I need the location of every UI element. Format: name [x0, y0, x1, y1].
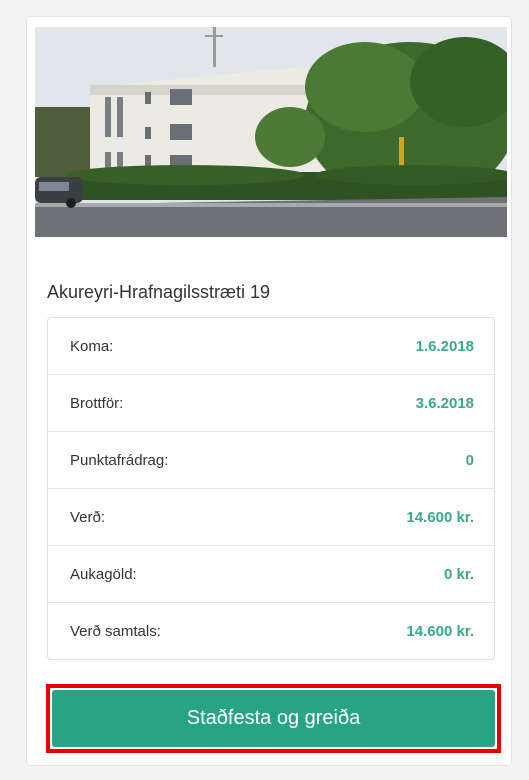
detail-row-extra-fees: Aukagöld: 0 kr.	[48, 546, 494, 603]
property-photo	[35, 27, 507, 237]
extra-fees-value: 0 kr.	[443, 565, 474, 583]
confirm-and-pay-button[interactable]: Staðfesta og greiða	[52, 690, 495, 747]
arrival-label: Koma:	[70, 337, 114, 355]
price-value: 14.600 kr.	[406, 508, 474, 526]
arrival-value: 1.6.2018	[415, 337, 474, 355]
detail-row-points-deduction: Punktafrádrag: 0	[48, 432, 494, 489]
total-price-value: 14.600 kr.	[406, 622, 474, 640]
booking-details-table: Koma: 1.6.2018 Brottför: 3.6.2018 Punkta…	[47, 317, 495, 660]
points-deduction-value: 0	[465, 451, 474, 469]
booking-summary-card: Akureyri-Hrafnagilsstræti 19 Koma: 1.6.2…	[26, 16, 512, 766]
extra-fees-label: Aukagöld:	[70, 565, 137, 583]
detail-row-total-price: Verð samtals: 14.600 kr.	[48, 603, 494, 659]
departure-label: Brottför:	[70, 394, 124, 412]
confirm-pay-highlight: Staðfesta og greiða	[46, 684, 501, 753]
departure-value: 3.6.2018	[415, 394, 474, 412]
points-deduction-label: Punktafrádrag:	[70, 451, 169, 469]
detail-row-departure: Brottför: 3.6.2018	[48, 375, 494, 432]
total-price-label: Verð samtals:	[70, 622, 161, 640]
detail-row-arrival: Koma: 1.6.2018	[48, 318, 494, 375]
detail-row-price: Verð: 14.600 kr.	[48, 489, 494, 546]
price-label: Verð:	[70, 508, 106, 526]
property-title: Akureyri-Hrafnagilsstræti 19	[47, 282, 271, 302]
